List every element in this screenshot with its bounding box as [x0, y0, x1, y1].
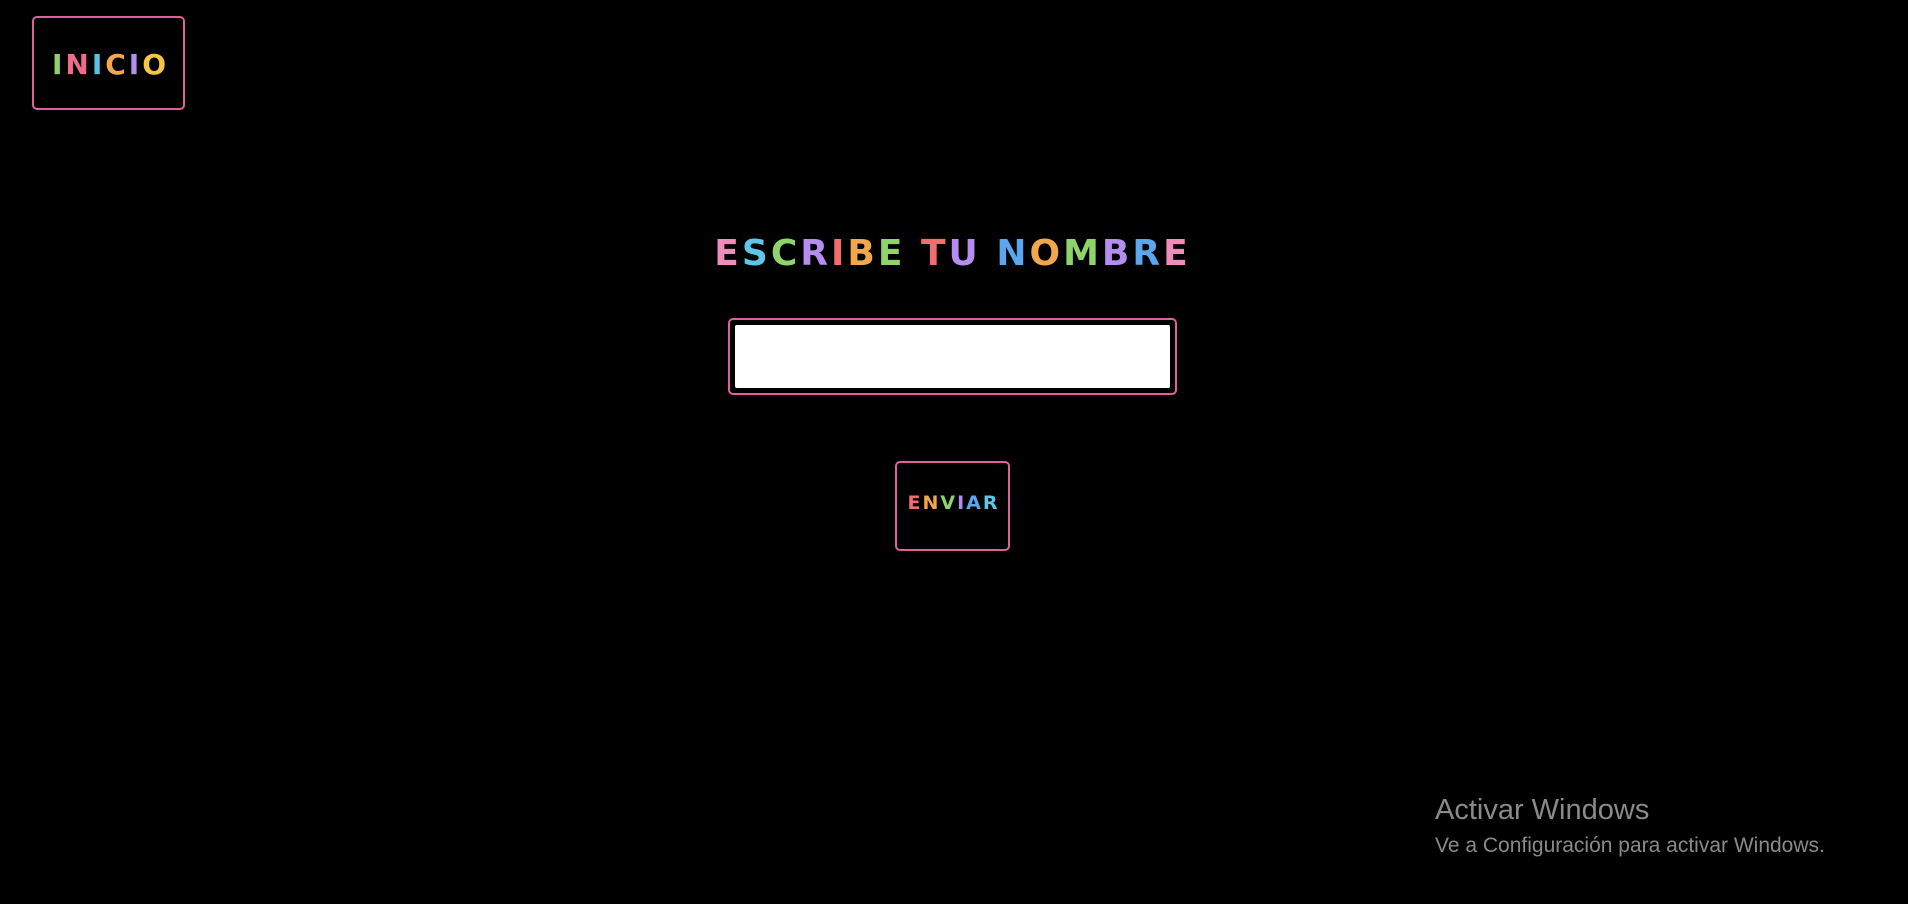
home-button-label: INICIO: [52, 48, 169, 81]
label-letter: N: [996, 233, 1030, 274]
label-letter: R: [982, 492, 1000, 514]
name-input-frame: [728, 318, 1177, 395]
label-letter: O: [142, 47, 170, 81]
windows-activation-notice: Activar Windows Ve a Configuración para …: [1435, 790, 1895, 862]
label-letter: I: [51, 47, 66, 81]
label-letter: E: [714, 233, 742, 274]
label-letter: R: [1132, 233, 1164, 274]
page-viewport: INICIO ESCRIBE TU NOMBRE ENVIAR Activar …: [0, 0, 1908, 904]
label-letter: [905, 226, 921, 282]
submit-button[interactable]: ENVIAR: [895, 461, 1010, 551]
label-letter: T: [920, 233, 949, 274]
label-letter: C: [770, 233, 801, 274]
activation-title: Activar Windows: [1435, 794, 1650, 826]
home-button[interactable]: INICIO: [32, 16, 185, 110]
label-letter: B: [847, 233, 878, 274]
label-letter: E: [907, 492, 923, 514]
label-letter: N: [65, 47, 92, 81]
label-letter: C: [105, 47, 129, 81]
label-letter: I: [128, 47, 143, 81]
submit-button-label: ENVIAR: [907, 492, 999, 514]
label-letter: [981, 226, 997, 282]
label-letter: A: [966, 492, 983, 514]
label-letter: O: [1029, 233, 1064, 274]
page-title: ESCRIBE TU NOMBRE: [0, 226, 1905, 282]
label-letter: S: [741, 233, 771, 274]
label-letter: E: [1163, 233, 1191, 274]
label-letter: U: [948, 233, 981, 274]
label-letter: N: [922, 492, 941, 514]
label-letter: V: [940, 492, 958, 514]
label-letter: I: [830, 233, 848, 274]
label-letter: I: [91, 47, 106, 81]
name-input[interactable]: [735, 325, 1170, 388]
label-letter: M: [1063, 233, 1102, 274]
label-letter: I: [957, 492, 967, 514]
label-letter: R: [800, 233, 831, 274]
label-letter: B: [1101, 233, 1133, 274]
label-letter: E: [877, 233, 906, 274]
activation-subtitle: Ve a Configuración para activar Windows.: [1435, 834, 1825, 857]
